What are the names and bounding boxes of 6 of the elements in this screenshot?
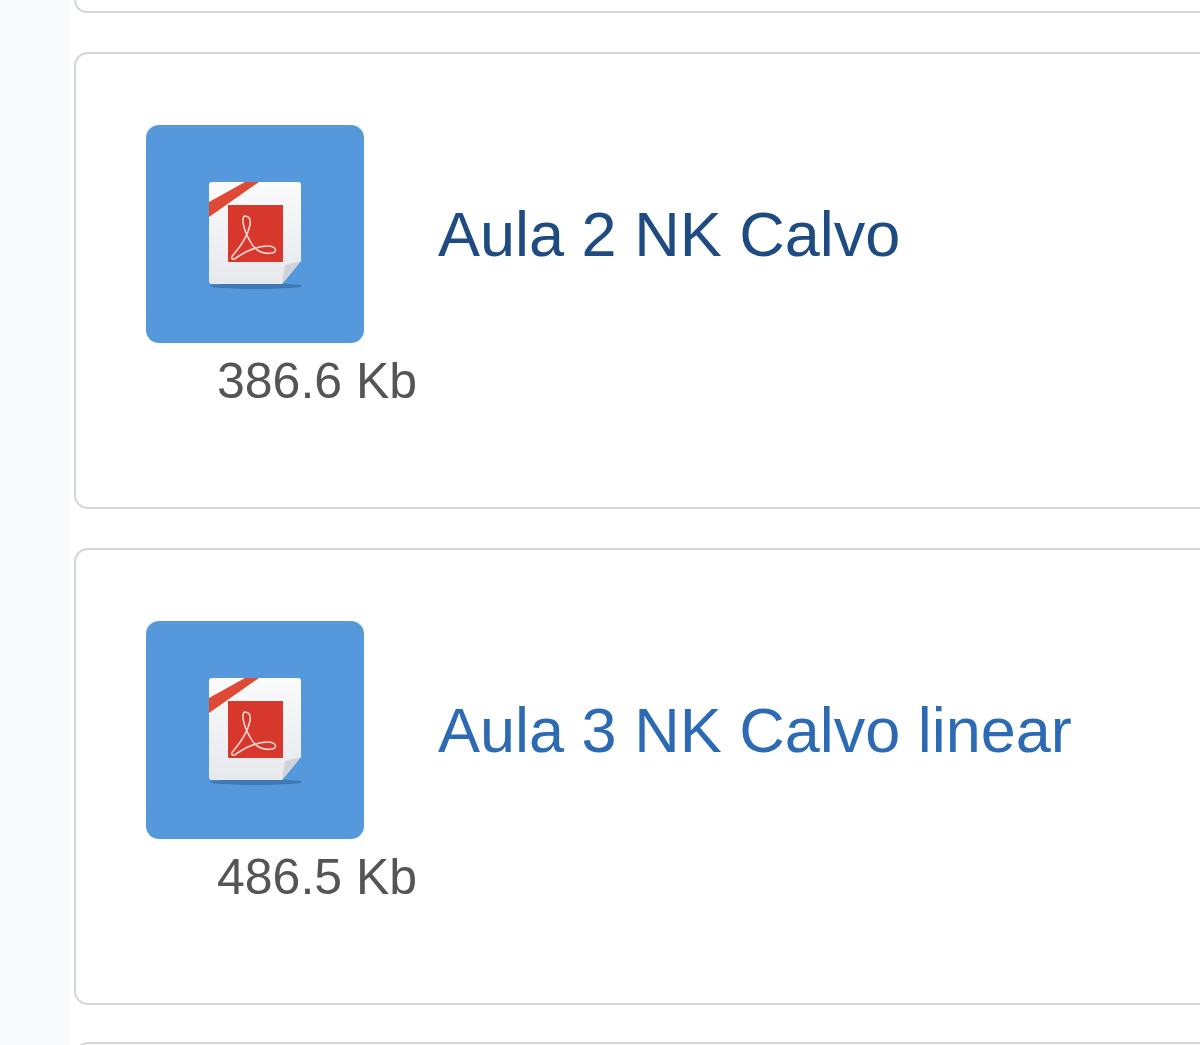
pdf-file-icon bbox=[146, 125, 364, 343]
file-size-text: 386.6 Kb bbox=[217, 352, 418, 411]
file-title-link[interactable]: Aula 2 NK Calvo bbox=[438, 197, 901, 271]
file-size-text: 486.5 Kb bbox=[217, 848, 418, 907]
pdf-file-icon bbox=[146, 621, 364, 839]
file-title-link[interactable]: Aula 3 NK Calvo linear bbox=[438, 693, 1072, 767]
